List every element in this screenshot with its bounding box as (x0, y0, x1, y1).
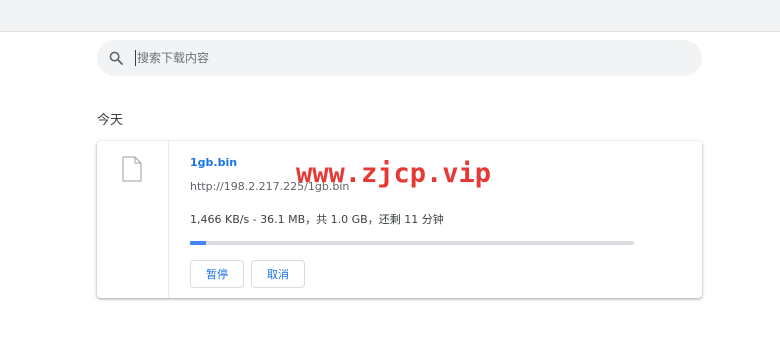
watermark-text: www.zjcp.vip (296, 158, 492, 189)
card-divider (168, 141, 169, 298)
file-icon (122, 156, 142, 182)
progress-bar-fill (190, 241, 206, 245)
pause-button[interactable]: 暂停 (190, 260, 244, 288)
download-progress-text: 1,466 KB/s - 36.1 MB，共 1.0 GB，还剩 11 分钟 (190, 213, 444, 226)
text-caret (135, 50, 136, 66)
file-name-link[interactable]: 1gb.bin (190, 156, 237, 169)
search-input[interactable] (137, 48, 677, 68)
progress-bar (190, 241, 634, 245)
search-bar[interactable] (97, 40, 702, 76)
toolbar-band (0, 0, 780, 32)
search-icon (109, 51, 123, 65)
downloads-page: 今天 1gb.bin http://198.2.217.225/1gb.bin … (0, 0, 780, 358)
cancel-button[interactable]: 取消 (251, 260, 305, 288)
date-group-header: 今天 (97, 113, 124, 128)
